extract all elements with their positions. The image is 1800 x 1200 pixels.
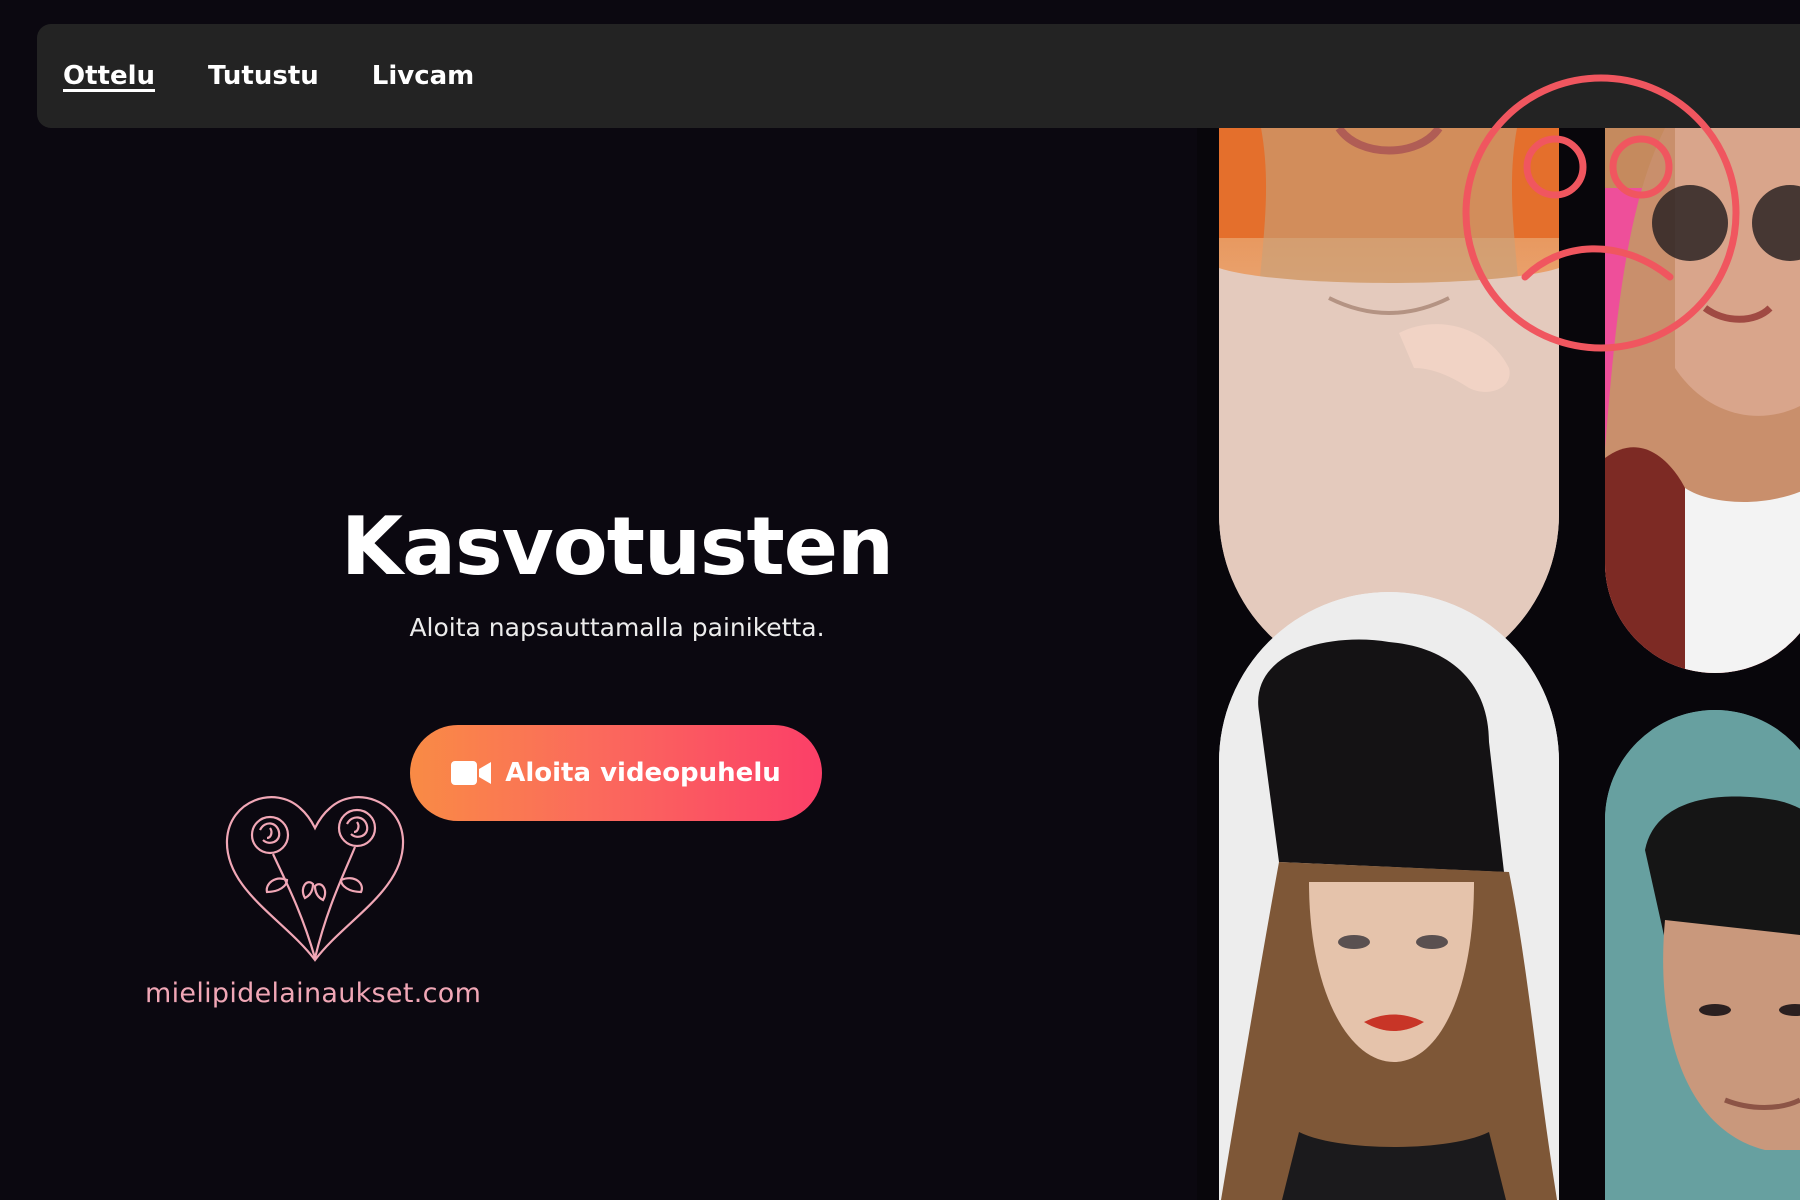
hero-title: Kasvotusten xyxy=(341,500,894,593)
start-video-call-button[interactable]: Aloita videopuhelu xyxy=(410,725,822,821)
sad-face-icon xyxy=(1462,74,1740,352)
main-nav: Ottelu Tutustu Livcam xyxy=(63,24,474,128)
nav-item-tutustu[interactable]: Tutustu xyxy=(208,61,319,91)
rose-heart-logo xyxy=(225,796,405,962)
nav-item-ottelu[interactable]: Ottelu xyxy=(63,61,155,91)
profile-photo-woman-black-beanie xyxy=(1219,592,1559,1200)
nav-item-livcam[interactable]: Livcam xyxy=(372,61,474,91)
profile-photo-man-teal-background xyxy=(1605,710,1800,1200)
hero-section: Kasvotusten Aloita napsauttamalla painik… xyxy=(317,500,917,642)
watermark-text: mielipidelainaukset.com xyxy=(145,978,482,1009)
hero-subtitle: Aloita napsauttamalla painiketta. xyxy=(409,613,825,642)
start-video-call-label: Aloita videopuhelu xyxy=(505,758,781,788)
video-camera-icon xyxy=(451,761,492,785)
